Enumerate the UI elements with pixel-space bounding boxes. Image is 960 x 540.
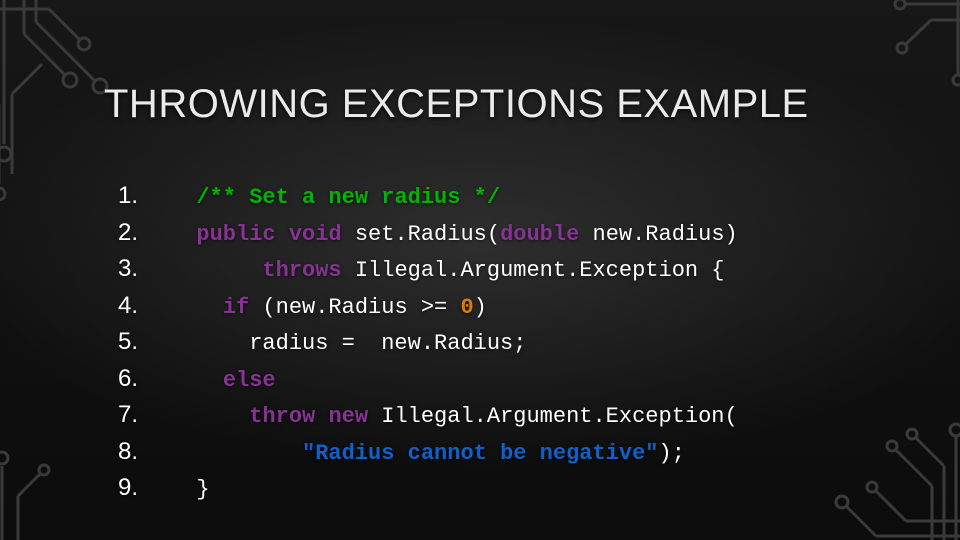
code-token: void <box>289 222 342 247</box>
code-block: 1. /** Set a new radius */2. public void… <box>118 178 900 507</box>
code-token <box>170 368 223 393</box>
code-token: else <box>223 368 276 393</box>
code-line: 1. /** Set a new radius */ <box>118 178 900 215</box>
slide: THROWING EXCEPTIONS EXAMPLE 1. /** Set a… <box>0 0 960 540</box>
code-line: 4. if (new.Radius >= 0) <box>118 288 900 325</box>
line-number: 1. <box>118 178 170 214</box>
line-number: 5. <box>118 324 170 360</box>
code-token: "Radius cannot be negative" <box>302 441 658 466</box>
code-line: 3. throws Illegal.Argument.Exception { <box>118 251 900 288</box>
code-line: 8. "Radius cannot be negative"); <box>118 434 900 471</box>
code-token: (new.Radius >= <box>249 295 460 320</box>
code-token: new.Radius) <box>579 222 737 247</box>
code-token: /** Set a new radius */ <box>196 185 500 210</box>
code-token: public <box>196 222 275 247</box>
code-token: throws <box>262 258 341 283</box>
code-line: 2. public void set.Radius(double new.Rad… <box>118 215 900 252</box>
code-token: ) <box>474 295 487 320</box>
code-line-body: } <box>170 474 210 507</box>
line-number: 8. <box>118 434 170 470</box>
code-token: ); <box>659 441 685 466</box>
code-token <box>170 258 262 283</box>
circuit-icon <box>0 426 64 540</box>
code-token <box>276 222 289 247</box>
code-token <box>315 404 328 429</box>
code-token <box>170 185 196 210</box>
code-token <box>170 441 302 466</box>
code-line: 9. } <box>118 470 900 507</box>
line-number: 9. <box>118 470 170 506</box>
code-token: if <box>223 295 249 320</box>
code-token: radius = new.Radius; <box>170 331 526 356</box>
code-line-body: throws Illegal.Argument.Exception { <box>170 255 725 288</box>
code-token: } <box>170 477 210 502</box>
code-token: 0 <box>460 295 473 320</box>
code-line-body: throw new Illegal.Argument.Exception( <box>170 401 738 434</box>
code-token: set.Radius( <box>342 222 500 247</box>
code-line: 6. else <box>118 361 900 398</box>
code-token: throw <box>249 404 315 429</box>
circuit-icon <box>876 0 960 114</box>
code-token <box>170 295 223 320</box>
code-line: 7. throw new Illegal.Argument.Exception( <box>118 397 900 434</box>
code-token: new <box>328 404 368 429</box>
slide-title: THROWING EXCEPTIONS EXAMPLE <box>104 82 809 127</box>
code-token <box>170 222 196 247</box>
code-line-body: else <box>170 365 276 398</box>
code-line-body: /** Set a new radius */ <box>170 182 500 215</box>
line-number: 3. <box>118 251 170 287</box>
line-number: 4. <box>118 288 170 324</box>
code-line: 5. radius = new.Radius; <box>118 324 900 361</box>
code-line-body: "Radius cannot be negative"); <box>170 438 685 471</box>
code-line-body: radius = new.Radius; <box>170 328 526 361</box>
code-token <box>170 404 249 429</box>
code-token: Illegal.Argument.Exception( <box>368 404 738 429</box>
code-line-body: public void set.Radius(double new.Radius… <box>170 219 738 252</box>
code-line-body: if (new.Radius >= 0) <box>170 292 487 325</box>
code-token: double <box>500 222 579 247</box>
line-number: 6. <box>118 361 170 397</box>
line-number: 7. <box>118 397 170 433</box>
line-number: 2. <box>118 215 170 251</box>
code-token: Illegal.Argument.Exception { <box>342 258 725 283</box>
